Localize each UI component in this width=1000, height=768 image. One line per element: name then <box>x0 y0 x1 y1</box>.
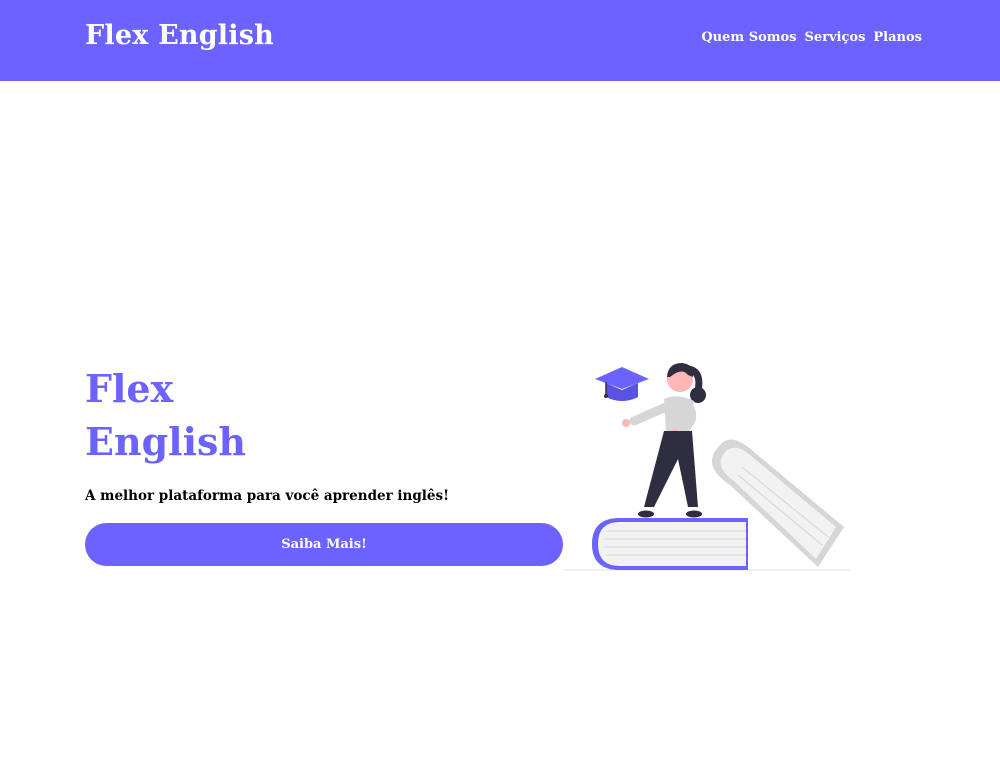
top-header: Flex English Quem Somos Serviços Planos <box>0 0 1000 81</box>
nav-servicos[interactable]: Serviços <box>805 30 866 45</box>
saiba-mais-button[interactable]: Saiba Mais! <box>85 523 563 566</box>
main-nav: Quem Somos Serviços Planos <box>701 30 922 45</box>
student-books-illustration <box>564 363 850 571</box>
graduation-cap-icon <box>595 367 649 401</box>
hero-title: Flex English <box>85 362 246 468</box>
hero-title-line-2: English <box>85 419 247 464</box>
site-logo[interactable]: Flex English <box>85 20 274 51</box>
nav-quem-somos[interactable]: Quem Somos <box>701 30 796 45</box>
hero-title-line-1: Flex <box>85 366 174 411</box>
hero-subtitle: A melhor plataforma para você aprender i… <box>85 488 450 504</box>
nav-planos[interactable]: Planos <box>873 30 922 45</box>
lying-book-icon <box>592 518 748 570</box>
